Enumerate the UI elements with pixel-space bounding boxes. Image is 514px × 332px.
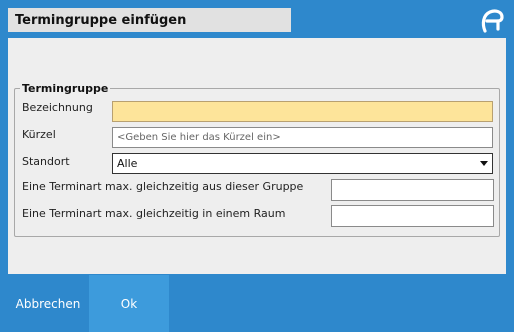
chevron-down-icon[interactable] bbox=[476, 154, 492, 173]
ok-button[interactable]: Ok bbox=[89, 275, 169, 332]
standort-select[interactable]: Alle bbox=[112, 153, 493, 174]
standort-label: Standort bbox=[22, 155, 70, 168]
max-gruppe-input[interactable] bbox=[331, 179, 494, 201]
cancel-button[interactable]: Abbrechen bbox=[8, 275, 88, 332]
bezeichnung-input[interactable] bbox=[112, 101, 493, 122]
fieldset-legend: Termingruppe bbox=[20, 82, 111, 95]
max-gruppe-label: Eine Terminart max. gleichzeitig aus die… bbox=[22, 180, 304, 193]
dialog-content: Termingruppe Bezeichnung Kürzel Standort… bbox=[8, 38, 506, 274]
max-raum-label: Eine Terminart max. gleichzeitig in eine… bbox=[22, 207, 286, 220]
app-logo-icon bbox=[476, 6, 506, 34]
termingruppe-fieldset: Termingruppe Bezeichnung Kürzel Standort… bbox=[14, 82, 500, 237]
standort-selected-value: Alle bbox=[117, 157, 138, 170]
kuerzel-input[interactable] bbox=[112, 127, 493, 148]
dialog-titlebar: Termingruppe einfügen bbox=[8, 8, 291, 32]
bezeichnung-label: Bezeichnung bbox=[22, 101, 93, 114]
max-raum-input[interactable] bbox=[331, 205, 494, 227]
kuerzel-label: Kürzel bbox=[22, 128, 56, 141]
dialog-title: Termingruppe einfügen bbox=[15, 12, 187, 28]
